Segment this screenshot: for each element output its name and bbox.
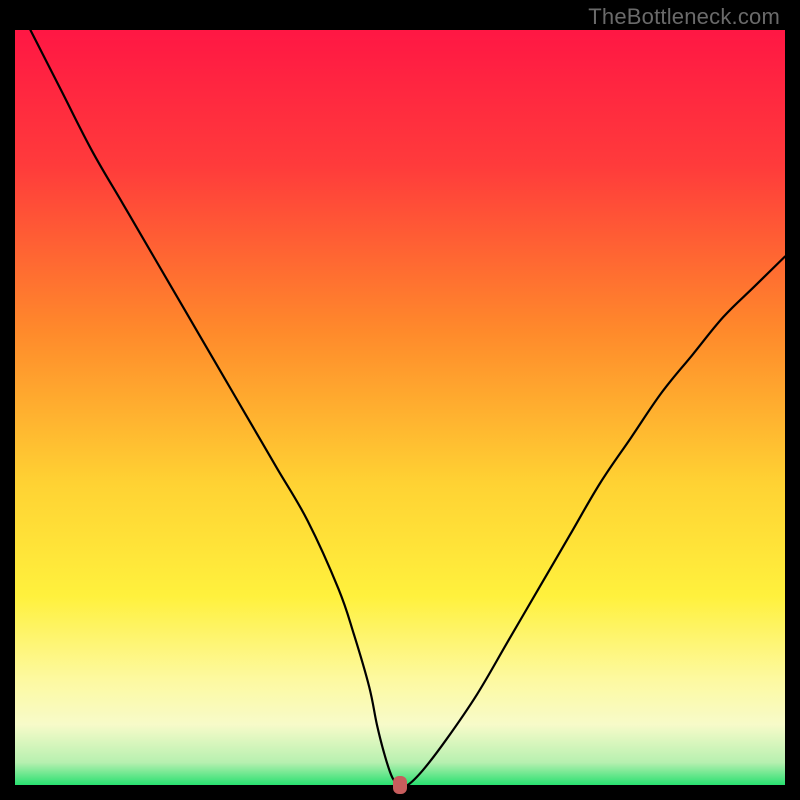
chart-svg xyxy=(0,0,800,800)
bottleneck-chart: TheBottleneck.com xyxy=(0,0,800,800)
watermark-text: TheBottleneck.com xyxy=(588,4,780,30)
optimal-point-marker xyxy=(393,776,407,794)
gradient-background xyxy=(15,30,785,785)
